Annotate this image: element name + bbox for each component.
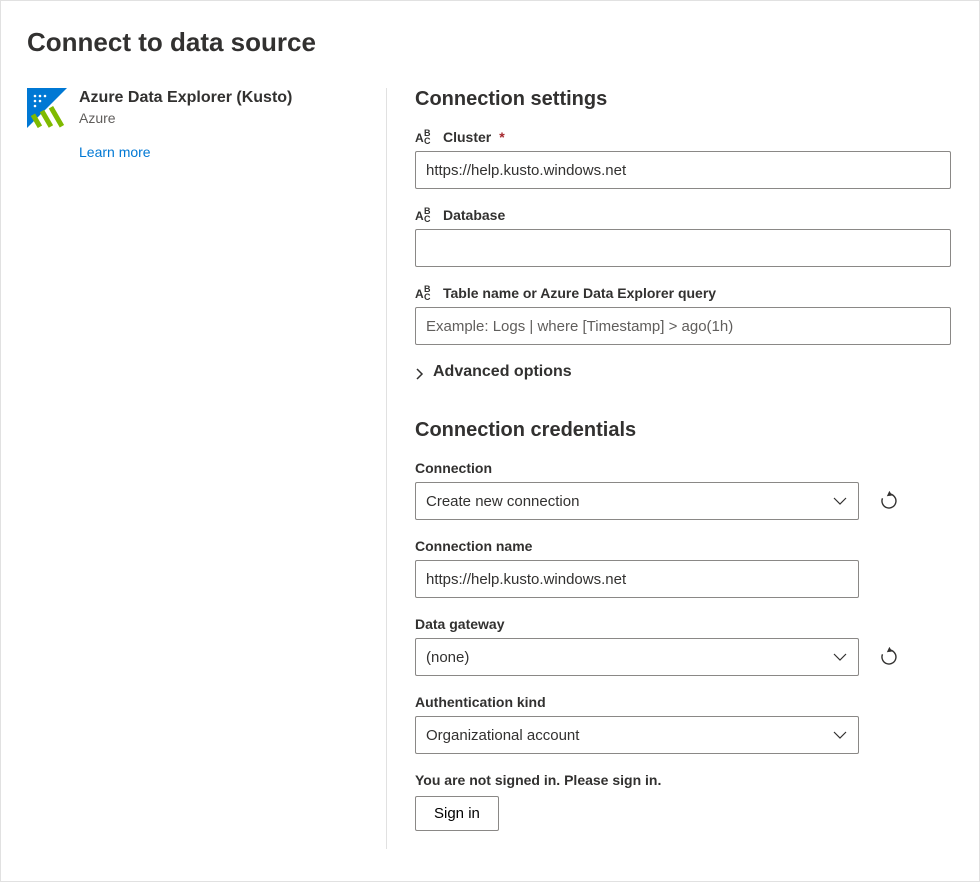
page-title: Connect to data source [27,27,953,58]
query-input[interactable] [415,307,951,345]
connector-subtitle: Azure [79,109,292,127]
azure-data-explorer-icon [27,88,67,128]
text-type-icon [415,207,437,223]
required-asterisk: * [499,129,504,145]
connection-name-input[interactable] [415,560,859,598]
refresh-icon [879,491,899,511]
advanced-options-label: Advanced options [433,363,572,381]
database-input[interactable] [415,229,951,267]
connection-name-label: Connection name [415,538,953,554]
authentication-kind-label: Authentication kind [415,694,953,710]
query-label: Table name or Azure Data Explorer query [443,285,716,301]
cluster-label: Cluster [443,129,491,145]
connection-select[interactable]: Create new connection [415,482,859,520]
connector-sidebar: Azure Data Explorer (Kusto) Azure Learn … [27,88,387,849]
chevron-right-icon [415,367,425,377]
advanced-options-toggle[interactable]: Advanced options [415,363,953,381]
cluster-input[interactable] [415,151,951,189]
database-label: Database [443,207,505,223]
sign-in-button[interactable]: Sign in [415,796,499,831]
refresh-icon [879,647,899,667]
connection-settings-heading: Connection settings [415,88,953,111]
authentication-kind-select[interactable]: Organizational account [415,716,859,754]
connection-label: Connection [415,460,953,476]
connector-title: Azure Data Explorer (Kusto) [79,88,292,109]
data-gateway-label: Data gateway [415,616,953,632]
text-type-icon [415,129,437,145]
refresh-connection-button[interactable] [877,489,901,513]
text-type-icon [415,285,437,301]
signin-message: You are not signed in. Please sign in. [415,772,953,788]
refresh-gateway-button[interactable] [877,645,901,669]
learn-more-link[interactable]: Learn more [79,144,151,160]
connection-credentials-heading: Connection credentials [415,419,953,442]
data-gateway-select[interactable]: (none) [415,638,859,676]
